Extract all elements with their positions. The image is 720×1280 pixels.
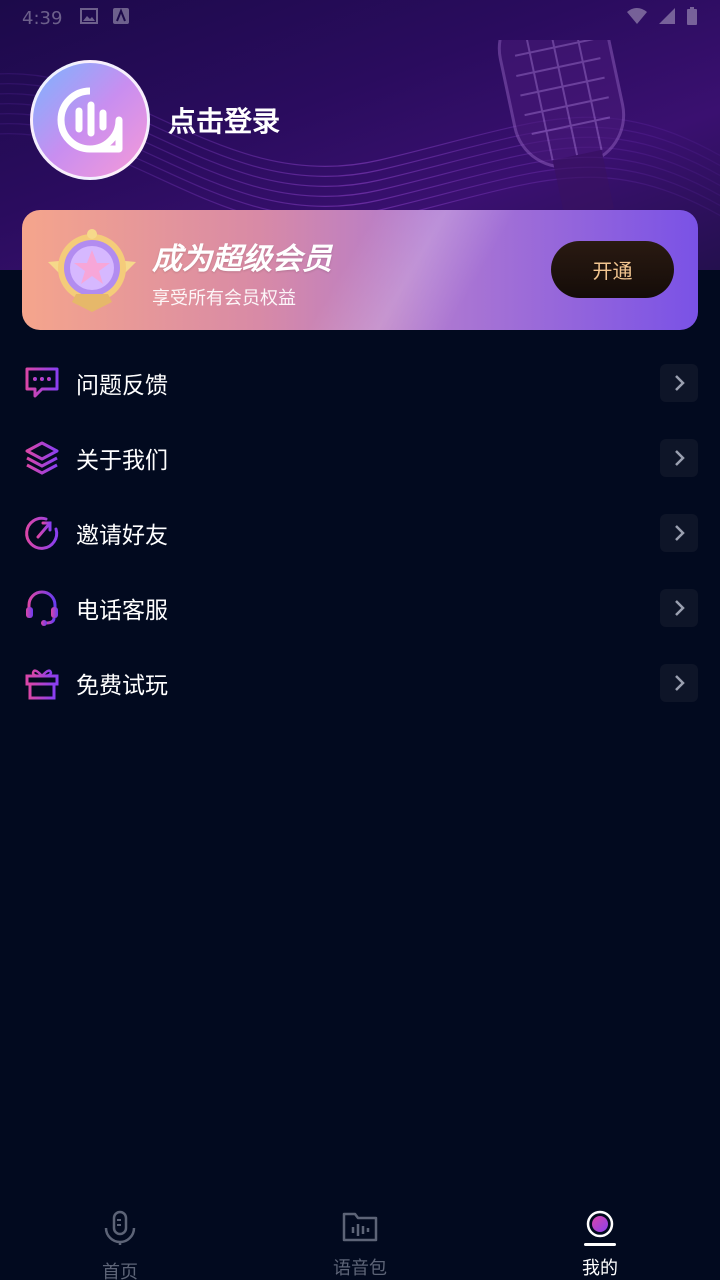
chevron-right-icon [660, 663, 698, 702]
microphone-decoration [497, 40, 626, 219]
vip-title: 成为超级会员 [152, 242, 332, 277]
status-bar: 4:39 [0, 0, 720, 36]
menu-item-invite[interactable]: 邀请好友 [0, 495, 720, 570]
bottom-tab-bar: 首页 语音包 我的 [0, 1200, 720, 1280]
tab-home[interactable]: 首页 [0, 1200, 240, 1280]
menu-item-feedback[interactable]: 问题反馈 [0, 345, 720, 420]
menu-item-about[interactable]: 关于我们 [0, 420, 720, 495]
menu-label: 免费试玩 [76, 672, 168, 699]
menu-item-free-trial[interactable]: 免费试玩 [0, 645, 720, 720]
image-icon [80, 7, 99, 29]
chevron-right-icon [660, 588, 698, 627]
card-sheen [307, 210, 517, 330]
wifi-icon [626, 7, 648, 30]
profile-dot-icon [580, 1210, 620, 1242]
tab-mine[interactable]: 我的 [480, 1200, 720, 1280]
chevron-right-icon [660, 363, 698, 402]
tab-voice-pack[interactable]: 语音包 [240, 1200, 480, 1280]
active-tab-underline [584, 1243, 616, 1246]
menu-label: 关于我们 [76, 447, 168, 474]
menu-item-phone-support[interactable]: 电话客服 [0, 570, 720, 645]
status-time: 4:39 [22, 7, 63, 29]
microphone-icon [100, 1210, 140, 1246]
signal-icon [658, 7, 676, 30]
tab-label: 语音包 [333, 1258, 387, 1279]
folder-audio-icon [340, 1210, 380, 1242]
vip-badge-icon [48, 229, 136, 312]
gift-icon [22, 663, 62, 703]
activate-vip-button[interactable]: 开通 [551, 241, 674, 298]
feedback-icon [22, 363, 62, 403]
settings-menu: 问题反馈 关于我们 邀请好友 电话客服 免费试玩 [0, 345, 720, 720]
headset-icon [22, 588, 62, 628]
login-link[interactable]: 点击登录 [168, 100, 280, 140]
tab-label: 我的 [582, 1258, 618, 1279]
share-arrow-icon [22, 513, 62, 553]
vip-card[interactable]: 成为超级会员 享受所有会员权益 开通 [22, 210, 698, 330]
app-logo-icon [57, 87, 123, 153]
menu-label: 问题反馈 [76, 372, 168, 399]
chevron-right-icon [660, 438, 698, 477]
layers-icon [22, 438, 62, 478]
menu-label: 邀请好友 [76, 522, 168, 549]
chevron-right-icon [660, 513, 698, 552]
tab-label: 首页 [102, 1262, 138, 1280]
menu-label: 电话客服 [76, 597, 168, 624]
a-icon [112, 7, 130, 30]
avatar[interactable] [30, 60, 150, 180]
battery-icon [686, 6, 698, 31]
vip-subtitle: 享受所有会员权益 [152, 288, 296, 309]
